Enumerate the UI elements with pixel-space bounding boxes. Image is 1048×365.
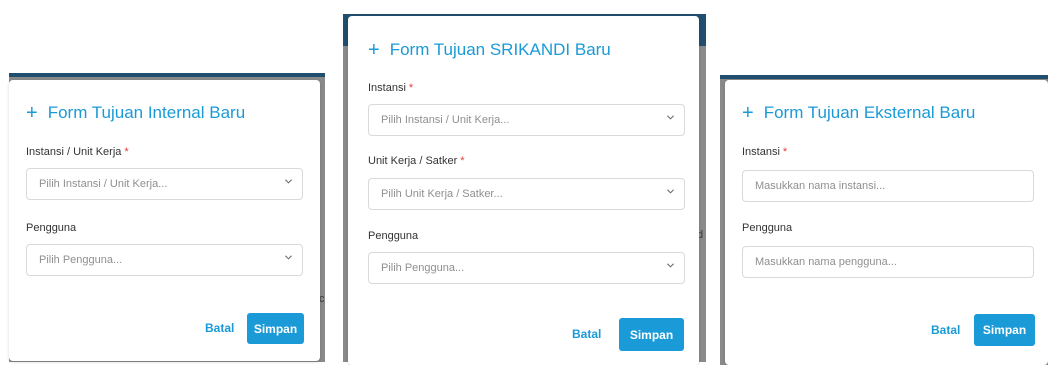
select-placeholder: Pilih Instansi / Unit Kerja... [39,178,168,190]
cancel-button[interactable]: Batal [931,323,960,337]
select-placeholder: Pilih Instansi / Unit Kerja... [381,114,510,126]
unit-kerja-satker-label: Unit Kerja / Satker * [368,155,465,167]
cancel-button[interactable]: Batal [572,327,601,341]
instansi-unit-kerja-select[interactable]: Pilih Instansi / Unit Kerja... [26,168,303,200]
instansi-label: Instansi * [742,146,788,158]
pengguna-select[interactable]: Pilih Pengguna... [26,244,303,276]
chevron-down-icon [285,178,292,185]
modal-tujuan-internal: + Form Tujuan Internal Baru Instansi / U… [9,80,320,361]
save-button[interactable]: Simpan [619,318,684,351]
pengguna-input[interactable]: Masukkan nama pengguna... [742,246,1034,278]
plus-icon: + [368,39,380,61]
chevron-down-icon [667,114,674,121]
input-placeholder: Masukkan nama pengguna... [755,256,897,268]
select-placeholder: Pilih Unit Kerja / Satker... [381,188,503,200]
save-button[interactable]: Simpan [247,313,304,344]
header-strip [720,75,1048,79]
modal-tujuan-eksternal: + Form Tujuan Eksternal Baru Instansi * M… [725,80,1048,365]
save-button[interactable]: Simpan [974,314,1035,346]
modal-title-text: Form Tujuan SRIKANDI Baru [389,40,611,59]
pengguna-label: Pengguna [368,230,419,242]
required-mark: * [460,155,465,167]
instansi-select[interactable]: Pilih Instansi / Unit Kerja... [368,104,685,136]
instansi-unit-kerja-label: Instansi / Unit Kerja * [26,146,129,158]
chevron-down-icon [667,188,674,195]
modal-title-text: Form Tujuan Internal Baru [47,103,246,122]
instansi-input[interactable]: Masukkan nama instansi... [742,170,1034,202]
plus-icon: + [742,102,754,124]
chevron-down-icon [285,254,292,261]
unit-kerja-satker-select[interactable]: Pilih Unit Kerja / Satker... [368,178,685,210]
pengguna-label: Pengguna [742,222,793,234]
required-mark: * [124,146,129,158]
modal-title-text: Form Tujuan Eksternal Baru [763,103,976,122]
required-mark: * [782,146,788,158]
cancel-button[interactable]: Batal [205,321,234,335]
plus-icon: + [26,102,38,124]
modal-title: + Form Tujuan SRIKANDI Baru [368,40,611,60]
modal-title: + Form Tujuan Eksternal Baru [742,103,975,123]
required-mark: * [408,82,414,94]
header-strip [9,73,325,77]
chevron-down-icon [667,262,674,269]
select-placeholder: Pilih Pengguna... [381,262,465,274]
modal-tujuan-srikandi: + Form Tujuan SRIKANDI Baru Instansi * Pi… [348,16,699,365]
pengguna-label: Pengguna [26,222,77,234]
input-placeholder: Masukkan nama instansi... [755,180,886,192]
modal-title: + Form Tujuan Internal Baru [26,103,245,123]
instansi-label: Instansi * [368,82,414,94]
select-placeholder: Pilih Pengguna... [39,254,123,266]
pengguna-select[interactable]: Pilih Pengguna... [368,252,685,284]
